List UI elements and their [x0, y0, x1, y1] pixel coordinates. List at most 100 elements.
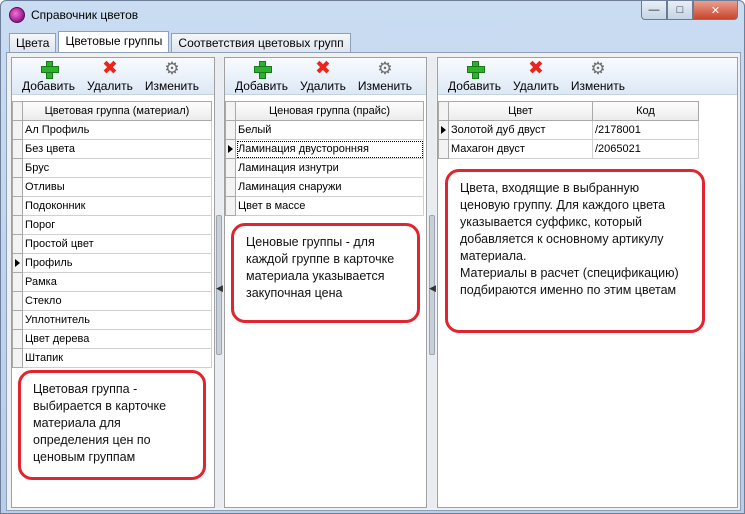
edit-color-button[interactable]: ⚙ Изменить: [565, 58, 631, 94]
table-row[interactable]: Белый: [225, 121, 424, 140]
table-row[interactable]: Подоконник: [12, 197, 212, 216]
table-cell[interactable]: Отливы: [23, 178, 212, 197]
gear-icon: ⚙: [164, 59, 180, 78]
table-row[interactable]: Золотой дуб двуст/2178001: [438, 121, 699, 140]
row-indicator[interactable]: [12, 121, 23, 140]
table-cell[interactable]: Цвет дерева: [23, 330, 212, 349]
color-groups-toolbar: Добавить ✖ Удалить ⚙ Изменить: [12, 58, 214, 95]
row-indicator[interactable]: [225, 121, 236, 140]
table-cell[interactable]: Простой цвет: [23, 235, 212, 254]
splitter-right[interactable]: ◀: [428, 57, 436, 508]
delete-color-button[interactable]: ✖ Удалить: [507, 58, 565, 94]
column-header-color-group[interactable]: Цветовая группа (материал): [23, 101, 212, 121]
table-row[interactable]: Цвет дерева: [12, 330, 212, 349]
row-indicator[interactable]: [12, 330, 23, 349]
table-row[interactable]: Без цвета: [12, 140, 212, 159]
add-label: Добавить: [235, 79, 289, 93]
add-color-group-button[interactable]: Добавить: [16, 58, 81, 94]
row-indicator[interactable]: [12, 311, 23, 330]
table-cell[interactable]: Ламинация двусторонняя: [236, 140, 424, 159]
column-header-price-group[interactable]: Ценовая группа (прайс): [236, 101, 424, 121]
add-price-group-button[interactable]: Добавить: [229, 58, 294, 94]
table-cell[interactable]: Подоконник: [23, 197, 212, 216]
table-row[interactable]: Уплотнитель: [12, 311, 212, 330]
window-title: Справочник цветов: [31, 8, 139, 22]
table-row[interactable]: Рамка: [12, 273, 212, 292]
row-indicator[interactable]: [12, 159, 23, 178]
delete-icon: ✖: [101, 58, 118, 79]
minimize-button[interactable]: —: [641, 1, 667, 20]
current-row-icon: [15, 259, 20, 267]
add-label: Добавить: [22, 79, 76, 93]
close-icon: ✕: [710, 4, 721, 17]
delete-color-group-button[interactable]: ✖ Удалить: [81, 58, 139, 94]
current-row-icon: [228, 145, 233, 153]
collapse-right-icon: ◀: [429, 283, 436, 293]
tab-colors[interactable]: Цвета: [9, 33, 57, 52]
row-indicator[interactable]: [12, 254, 23, 273]
colors-grid: Цвет Код Золотой дуб двуст/2178001 Махаго…: [438, 101, 699, 159]
table-row[interactable]: Ламинация снаружи: [225, 178, 424, 197]
table-cell[interactable]: Рамка: [23, 273, 212, 292]
table-cell[interactable]: Ламинация изнутри: [236, 159, 424, 178]
current-row-icon: [441, 126, 446, 134]
maximize-button[interactable]: □: [667, 1, 693, 20]
table-cell[interactable]: /2178001: [593, 121, 699, 140]
close-button[interactable]: ✕: [693, 1, 738, 20]
table-row[interactable]: Ал Профиль: [12, 121, 212, 140]
row-indicator[interactable]: [12, 178, 23, 197]
table-cell[interactable]: Белый: [236, 121, 424, 140]
row-indicator[interactable]: [438, 140, 449, 159]
table-row[interactable]: Штапик: [12, 349, 212, 368]
table-cell[interactable]: Уплотнитель: [23, 311, 212, 330]
table-row[interactable]: Простой цвет: [12, 235, 212, 254]
row-indicator[interactable]: [12, 216, 23, 235]
table-row[interactable]: Махагон двуст/2065021: [438, 140, 699, 159]
row-indicator[interactable]: [12, 292, 23, 311]
table-cell[interactable]: Без цвета: [23, 140, 212, 159]
table-row[interactable]: Стекло: [12, 292, 212, 311]
row-indicator[interactable]: [225, 197, 236, 216]
window-controls: — □ ✕: [641, 1, 738, 20]
row-indicator[interactable]: [225, 159, 236, 178]
edit-color-group-button[interactable]: ⚙ Изменить: [139, 58, 205, 94]
delete-icon: ✖: [314, 58, 331, 79]
row-indicator[interactable]: [225, 178, 236, 197]
table-cell[interactable]: Брус: [23, 159, 212, 178]
delete-price-group-button[interactable]: ✖ Удалить: [294, 58, 352, 94]
table-cell[interactable]: Профиль: [23, 254, 212, 273]
table-row[interactable]: Порог: [12, 216, 212, 235]
table-cell[interactable]: Ламинация снаружи: [236, 178, 424, 197]
table-cell[interactable]: /2065021: [593, 140, 699, 159]
add-color-button[interactable]: Добавить: [442, 58, 507, 94]
table-row[interactable]: Брус: [12, 159, 212, 178]
table-row[interactable]: Отливы: [12, 178, 212, 197]
table-row[interactable]: Ламинация изнутри: [225, 159, 424, 178]
row-indicator[interactable]: [12, 140, 23, 159]
row-indicator[interactable]: [438, 121, 449, 140]
table-cell[interactable]: Порог: [23, 216, 212, 235]
splitter-left[interactable]: ◀: [215, 57, 223, 508]
row-indicator[interactable]: [12, 349, 23, 368]
table-row[interactable]: Цвет в массе: [225, 197, 424, 216]
table-row[interactable]: Ламинация двусторонняя: [225, 140, 424, 159]
delete-label: Удалить: [513, 79, 559, 93]
row-indicator[interactable]: [12, 273, 23, 292]
table-cell[interactable]: Золотой дуб двуст: [449, 121, 593, 140]
tab-content: Добавить ✖ Удалить ⚙ Изменить Цветовая г…: [6, 52, 741, 511]
table-cell[interactable]: Махагон двуст: [449, 140, 593, 159]
table-cell[interactable]: Штапик: [23, 349, 212, 368]
table-cell[interactable]: Ал Профиль: [23, 121, 212, 140]
row-indicator[interactable]: [12, 235, 23, 254]
row-indicator[interactable]: [12, 197, 23, 216]
column-header-code[interactable]: Код: [593, 101, 699, 121]
edit-label: Изменить: [357, 79, 413, 93]
tab-group-mapping[interactable]: Соответствия цветовых групп: [171, 33, 351, 52]
column-header-color[interactable]: Цвет: [449, 101, 593, 121]
row-indicator[interactable]: [225, 140, 236, 159]
table-row[interactable]: Профиль: [12, 254, 212, 273]
edit-price-group-button[interactable]: ⚙ Изменить: [352, 58, 418, 94]
table-cell[interactable]: Цвет в массе: [236, 197, 424, 216]
table-cell[interactable]: Стекло: [23, 292, 212, 311]
tab-color-groups[interactable]: Цветовые группы: [58, 31, 170, 52]
